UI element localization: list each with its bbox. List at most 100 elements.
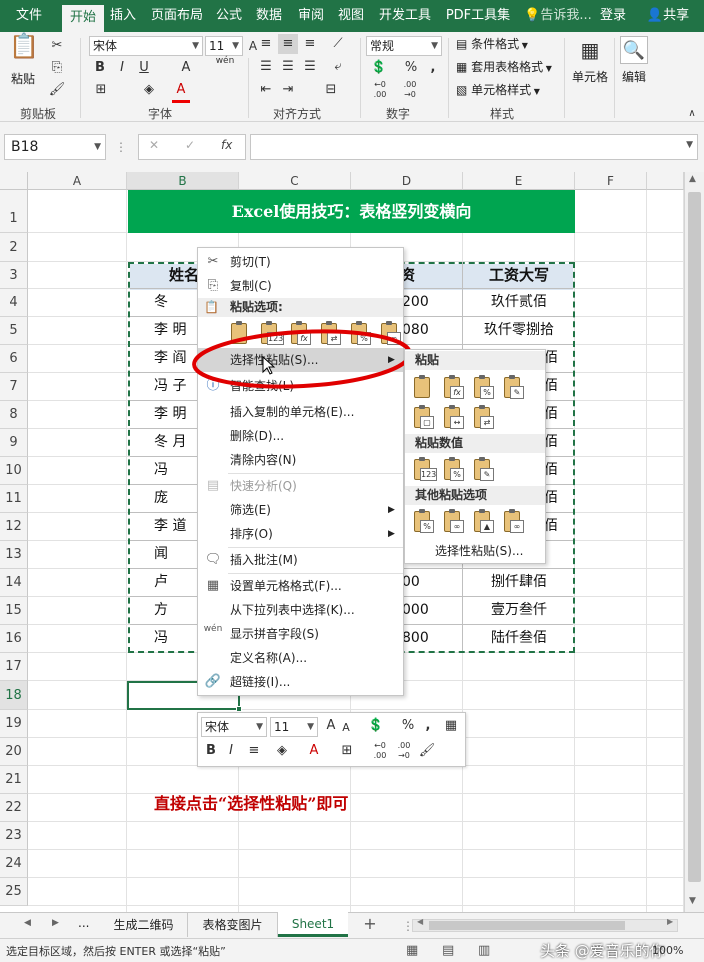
cells-grid-icon[interactable]: ▦: [576, 36, 604, 64]
tab-review[interactable]: 审阅: [294, 0, 328, 32]
paste-button-label[interactable]: 粘贴: [11, 70, 35, 88]
column-header[interactable]: A: [28, 172, 127, 190]
format-as-table-button[interactable]: ▦ 套用表格格式 ▼: [456, 58, 552, 78]
insert-function-icon[interactable]: fx: [221, 138, 232, 152]
sub-paste-special[interactable]: 选择性粘贴(S)...: [405, 539, 545, 563]
orientation-icon[interactable]: ⟋: [328, 34, 348, 54]
more-sheets-button[interactable]: ...: [78, 916, 89, 930]
mini-size-combo[interactable]: 11 ▼: [270, 717, 318, 737]
decrease-indent-icon[interactable]: ⇤: [256, 80, 276, 100]
name-box[interactable]: B18 ▼: [4, 134, 106, 160]
menu-item-copy[interactable]: ⎘ 复制(C): [198, 274, 403, 298]
row-header[interactable]: 13: [0, 541, 28, 569]
row-header[interactable]: 2: [0, 233, 28, 262]
underline-button[interactable]: U: [136, 58, 152, 78]
percent-style-button[interactable]: %: [402, 58, 420, 78]
row-header[interactable]: 25: [0, 878, 28, 906]
sheet-tab[interactable]: 表格变图片: [188, 913, 278, 937]
menu-item-define-name[interactable]: 定义名称(A)...: [198, 646, 403, 670]
increase-decimal-icon[interactable]: ←0 .00: [368, 80, 392, 100]
italic-button[interactable]: I: [114, 58, 130, 78]
sheet-tab[interactable]: 生成二维码: [100, 913, 188, 937]
select-all-corner[interactable]: [0, 172, 28, 190]
grow-font-icon[interactable]: A: [324, 716, 338, 736]
tab-view[interactable]: 视图: [334, 0, 368, 32]
sub-paste-keep-source[interactable]: ✎: [501, 374, 527, 402]
scrollbar-thumb[interactable]: [429, 921, 625, 930]
row-header[interactable]: 16: [0, 625, 28, 653]
add-sheet-button[interactable]: +: [360, 914, 380, 934]
page-layout-view-icon[interactable]: ▤: [442, 943, 454, 958]
row-header[interactable]: 21: [0, 766, 28, 794]
row-header[interactable]: 12: [0, 513, 28, 541]
sub-paste-values-source[interactable]: ✎: [471, 456, 497, 484]
scroll-right-icon[interactable]: ▶: [52, 918, 59, 928]
number-format-combo[interactable]: 常规 ▼: [366, 36, 442, 56]
accounting-format-icon[interactable]: 💲: [368, 58, 390, 78]
zoom-level[interactable]: 100%: [652, 944, 683, 957]
login-link[interactable]: 登录: [596, 0, 630, 32]
menu-item-insert-copied[interactable]: 插入复制的单元格(E)...: [198, 400, 403, 424]
tab-formulas[interactable]: 公式: [212, 0, 246, 32]
row-header[interactable]: 3: [0, 262, 28, 289]
shrink-font-icon[interactable]: A: [340, 718, 352, 738]
decrease-decimal-icon[interactable]: .00 →0: [398, 80, 422, 100]
search-magnifier-icon[interactable]: 🔍: [620, 36, 648, 64]
align-right-icon[interactable]: ☰: [300, 57, 320, 77]
row-header[interactable]: 6: [0, 345, 28, 373]
mini-bold-button[interactable]: B: [204, 741, 218, 761]
row-header[interactable]: 24: [0, 850, 28, 878]
align-bottom-icon[interactable]: ≡: [300, 34, 320, 54]
sub-paste-keep-width[interactable]: ↔: [441, 404, 467, 432]
share-button[interactable]: 👤共享: [638, 0, 698, 32]
align-center-icon[interactable]: ☰: [278, 57, 298, 77]
row-header[interactable]: 10: [0, 457, 28, 485]
row-header[interactable]: 20: [0, 738, 28, 766]
menu-item-phonetic[interactable]: wén 显示拼音字段(S): [198, 622, 403, 646]
horizontal-scrollbar[interactable]: ◀ ▶: [412, 917, 678, 932]
scroll-left-icon[interactable]: ◀: [24, 918, 31, 928]
column-header[interactable]: [647, 172, 684, 190]
increase-indent-icon[interactable]: ⇥: [278, 80, 298, 100]
page-break-view-icon[interactable]: ▥: [478, 943, 490, 958]
menu-item-clear[interactable]: 清除内容(N): [198, 448, 403, 472]
tab-home[interactable]: 开始: [62, 5, 104, 32]
column-header[interactable]: B: [127, 172, 239, 190]
cell-styles-button[interactable]: ▧ 单元格样式 ▼: [456, 81, 540, 101]
row-header[interactable]: 22: [0, 794, 28, 822]
sub-paste-formatting[interactable]: %: [411, 508, 437, 536]
paste-clipboard-icon[interactable]: 📋: [8, 34, 40, 70]
align-left-icon[interactable]: ☰: [256, 57, 276, 77]
row-header[interactable]: 11: [0, 485, 28, 513]
column-header[interactable]: C: [239, 172, 351, 190]
wrap-text-icon[interactable]: ⤶: [328, 57, 348, 77]
font-color-icon[interactable]: A: [304, 741, 324, 761]
font-name-combo[interactable]: 宋体 ▼: [89, 36, 203, 56]
sub-paste-no-borders[interactable]: ▢: [411, 404, 437, 432]
increase-decimal-icon[interactable]: ←0 .00: [370, 741, 390, 761]
formula-input[interactable]: ▼: [250, 134, 698, 160]
comma-style-button[interactable]: ,: [426, 58, 440, 78]
sub-paste-picture[interactable]: ▲: [471, 508, 497, 536]
cut-scissors-icon[interactable]: ✂: [47, 36, 67, 56]
tab-file[interactable]: 文件: [6, 0, 52, 32]
borders-icon[interactable]: ⊞: [336, 741, 358, 761]
row-header[interactable]: 18: [0, 681, 28, 710]
collapse-ribbon-icon[interactable]: ∧: [684, 104, 700, 124]
fill-color-icon[interactable]: ◈: [270, 741, 294, 761]
cancel-icon[interactable]: ✕: [149, 138, 159, 152]
format-painter-icon[interactable]: 🖌: [418, 741, 436, 761]
row-header[interactable]: 5: [0, 317, 28, 345]
tab-data[interactable]: 数据: [252, 0, 286, 32]
decrease-decimal-icon[interactable]: .00 →0: [394, 741, 414, 761]
row-header[interactable]: 15: [0, 597, 28, 625]
column-header[interactable]: D: [351, 172, 463, 190]
row-header[interactable]: 9: [0, 429, 28, 457]
merge-center-icon[interactable]: ⊟: [318, 80, 344, 100]
enter-check-icon[interactable]: ✓: [185, 138, 195, 152]
mini-font-combo[interactable]: 宋体 ▼: [201, 717, 267, 737]
menu-item-quick-analysis[interactable]: ▤ 快速分析(Q): [198, 474, 403, 498]
tab-pdf[interactable]: PDF工具集: [442, 0, 514, 32]
menu-item-cut[interactable]: ✂ 剪切(T): [198, 250, 403, 274]
vertical-scrollbar[interactable]: ▲ ▼: [684, 172, 704, 912]
